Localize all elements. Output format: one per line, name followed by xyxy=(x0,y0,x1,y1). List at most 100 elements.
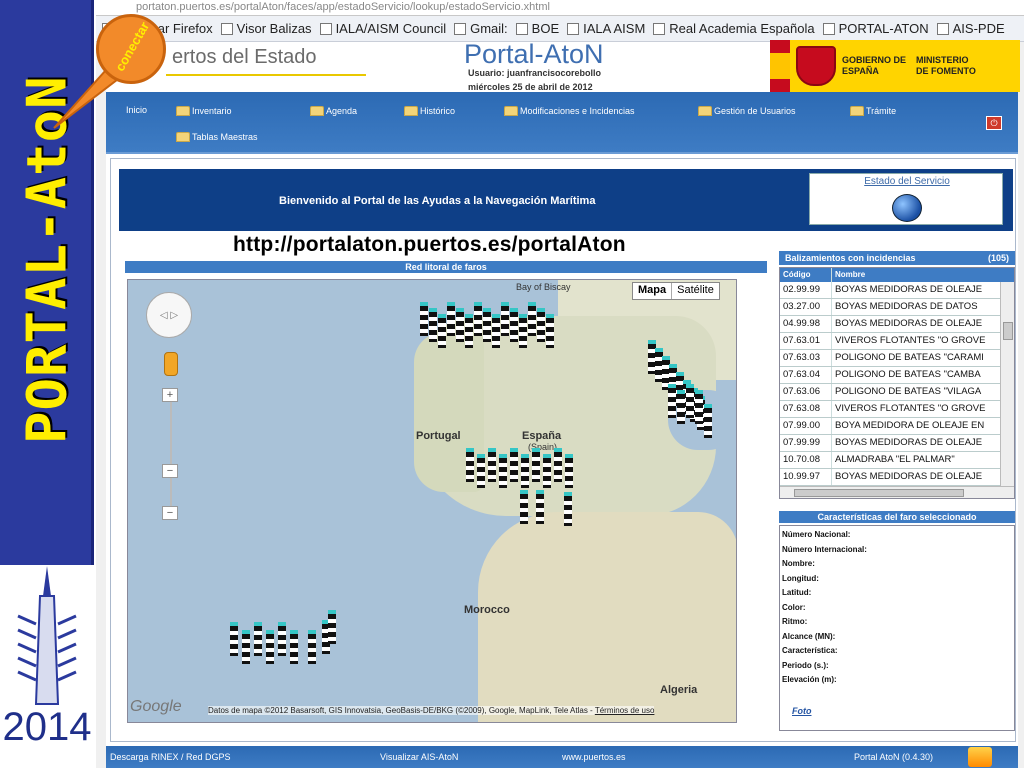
lighthouse-marker-icon[interactable] xyxy=(308,630,316,664)
foto-link[interactable]: Foto xyxy=(792,706,812,716)
lighthouse-marker-icon[interactable] xyxy=(521,454,529,488)
zoom-out-button[interactable]: − xyxy=(162,506,178,520)
table-row[interactable]: 07.63.03 POLIGONO DE BATEAS "CARAMI xyxy=(780,350,1014,367)
cell-nombre: VIVEROS FLOTANTES "O GROVE xyxy=(835,403,986,414)
table-row[interactable]: 03.27.00 BOYAS MEDIDORAS DE DATOS xyxy=(780,299,1014,316)
cell-codigo: 10.70.08 xyxy=(780,452,832,468)
lighthouse-marker-icon[interactable] xyxy=(483,308,491,342)
lighthouse-marker-icon[interactable] xyxy=(546,314,554,348)
zoom-in-button[interactable]: + xyxy=(162,388,178,402)
table-row[interactable]: 10.70.08 ALMADRABA "EL PALMAR" xyxy=(780,452,1014,469)
zoom-slider[interactable] xyxy=(170,388,172,508)
bookmark-item[interactable]: AIS-PDE xyxy=(936,21,1005,36)
col-nombre[interactable]: Nombre xyxy=(832,268,998,282)
address-bar[interactable]: portaton.puertos.es/portalAton/faces/app… xyxy=(96,0,1024,16)
lighthouse-marker-icon[interactable] xyxy=(677,390,685,424)
cell-nombre: POLIGONO DE BATEAS "VILAGA xyxy=(835,386,982,397)
lighthouse-marker-icon[interactable] xyxy=(474,302,482,336)
lighthouse-marker-icon[interactable] xyxy=(466,448,474,482)
lighthouse-marker-icon[interactable] xyxy=(543,454,551,488)
table-row[interactable]: 07.63.04 POLIGONO DE BATEAS "CAMBA xyxy=(780,367,1014,384)
table-row[interactable]: 07.63.08 VIVEROS FLOTANTES "O GROVE xyxy=(780,401,1014,418)
cell-nombre: POLIGONO DE BATEAS "CAMBA xyxy=(835,369,981,380)
lighthouse-marker-icon[interactable] xyxy=(456,308,464,342)
lighthouse-marker-icon[interactable] xyxy=(536,490,544,524)
scroll-thumb[interactable] xyxy=(1003,322,1013,340)
lighthouse-marker-icon[interactable] xyxy=(510,308,518,342)
menu-tramite[interactable]: Trámite xyxy=(850,106,896,116)
lighthouse-marker-icon[interactable] xyxy=(290,630,298,664)
lighthouse-marker-icon[interactable] xyxy=(266,630,274,664)
menu-modificaciones[interactable]: Modificaciones e Incidencias xyxy=(504,106,635,116)
menu-historico[interactable]: Histórico xyxy=(404,106,455,116)
bookmark-item[interactable]: Visor Balizas xyxy=(220,21,312,36)
ais-link[interactable]: Visualizar AIS-AtoN xyxy=(380,752,458,762)
table-row[interactable]: 07.63.06 POLIGONO DE BATEAS "VILAGA xyxy=(780,384,1014,401)
lighthouse-marker-icon[interactable] xyxy=(492,314,500,348)
terms-link[interactable]: Términos de uso xyxy=(595,706,655,715)
folder-icon xyxy=(698,106,712,116)
menu-tablas-maestras[interactable]: Tablas Maestras xyxy=(176,132,258,142)
lighthouse-marker-icon[interactable] xyxy=(499,454,507,488)
lighthouse-marker-icon[interactable] xyxy=(564,492,572,526)
spain-flag-icon xyxy=(770,40,790,92)
lighthouse-marker-icon[interactable] xyxy=(565,454,573,488)
lighthouse-marker-icon[interactable] xyxy=(686,384,694,418)
lighthouse-marker-icon[interactable] xyxy=(465,314,473,348)
pan-control-icon[interactable]: ◁ ▷ xyxy=(146,292,192,338)
table-row[interactable]: 07.99.00 BOYA MEDIDORA DE OLEAJE EN xyxy=(780,418,1014,435)
table-row[interactable]: 07.99.99 BOYAS MEDIDORAS DE OLEAJE xyxy=(780,435,1014,452)
estado-servicio-link[interactable]: Estado del Servicio xyxy=(810,176,1004,187)
zoom-slider-handle[interactable]: − xyxy=(162,464,178,478)
menu-agenda[interactable]: Agenda xyxy=(310,106,357,116)
lighthouse-marker-icon[interactable] xyxy=(528,302,536,336)
lighthouse-marker-icon[interactable] xyxy=(501,302,509,336)
lighthouse-marker-icon[interactable] xyxy=(254,622,262,656)
lighthouse-marker-icon[interactable] xyxy=(668,384,676,418)
lighthouse-marker-icon[interactable] xyxy=(420,302,428,336)
map-button[interactable]: Mapa xyxy=(633,283,673,299)
menu-inventario[interactable]: Inventario xyxy=(176,106,232,116)
table-row[interactable]: 10.99.97 BOYAS MEDIDORAS DE OLEAJE xyxy=(780,469,1014,486)
lighthouse-marker-icon[interactable] xyxy=(429,308,437,342)
scroll-thumb[interactable] xyxy=(794,489,964,497)
bookmark-item[interactable]: PORTAL-ATON xyxy=(822,21,929,36)
lighthouse-marker-icon[interactable] xyxy=(510,448,518,482)
puertos-link[interactable]: www.puertos.es xyxy=(562,752,626,762)
logout-power-icon[interactable]: ⏻ xyxy=(986,116,1002,130)
lighthouse-marker-icon[interactable] xyxy=(230,622,238,656)
satellite-button[interactable]: Satélite xyxy=(672,283,719,299)
street-view-pegman-icon[interactable] xyxy=(164,352,178,376)
lighthouse-marker-icon[interactable] xyxy=(488,448,496,482)
lighthouse-marker-icon[interactable] xyxy=(328,610,336,644)
table-row[interactable]: 07.63.01 VIVEROS FLOTANTES "O GROVE xyxy=(780,333,1014,350)
cell-nombre: BOYAS MEDIDORAS DE DATOS xyxy=(835,301,978,312)
lighthouse-marker-icon[interactable] xyxy=(695,390,703,424)
bookmark-item[interactable]: Gmail: xyxy=(454,21,508,36)
lighthouse-marker-icon[interactable] xyxy=(477,454,485,488)
bookmark-item[interactable]: Real Academia Española xyxy=(653,21,815,36)
horizontal-scrollbar[interactable] xyxy=(780,486,1014,498)
lighthouse-marker-icon[interactable] xyxy=(242,630,250,664)
lighthouse-marker-icon[interactable] xyxy=(519,314,527,348)
lighthouse-marker-icon[interactable] xyxy=(554,448,562,482)
lighthouse-marker-icon[interactable] xyxy=(537,308,545,342)
lighthouse-marker-icon[interactable] xyxy=(532,448,540,482)
col-codigo[interactable]: Código xyxy=(780,268,832,282)
lighthouse-marker-icon[interactable] xyxy=(278,622,286,656)
lighthouse-marker-icon[interactable] xyxy=(704,404,712,438)
table-row[interactable]: 02.99.99 BOYAS MEDIDORAS DE OLEAJE xyxy=(780,282,1014,299)
menu-gestion-usuarios[interactable]: Gestión de Usuarios xyxy=(698,106,796,116)
table-row[interactable]: 04.99.98 BOYAS MEDIDORAS DE OLEAJE xyxy=(780,316,1014,333)
bookmark-item[interactable]: IALA AISM xyxy=(567,21,645,36)
bookmark-label: PORTAL-ATON xyxy=(838,21,929,36)
rinex-link[interactable]: Descarga RINEX / Red DGPS xyxy=(110,752,231,762)
lighthouse-map[interactable]: Bay of Biscay Portugal España (Spain) Mo… xyxy=(127,279,737,723)
bookmark-item[interactable]: BOE xyxy=(515,21,559,36)
bookmark-item[interactable]: IALA/AISM Council xyxy=(319,21,446,36)
vertical-scrollbar[interactable] xyxy=(1000,282,1014,487)
globe-icon[interactable] xyxy=(892,194,922,222)
lighthouse-marker-icon[interactable] xyxy=(520,490,528,524)
lighthouse-marker-icon[interactable] xyxy=(447,302,455,336)
lighthouse-marker-icon[interactable] xyxy=(438,314,446,348)
